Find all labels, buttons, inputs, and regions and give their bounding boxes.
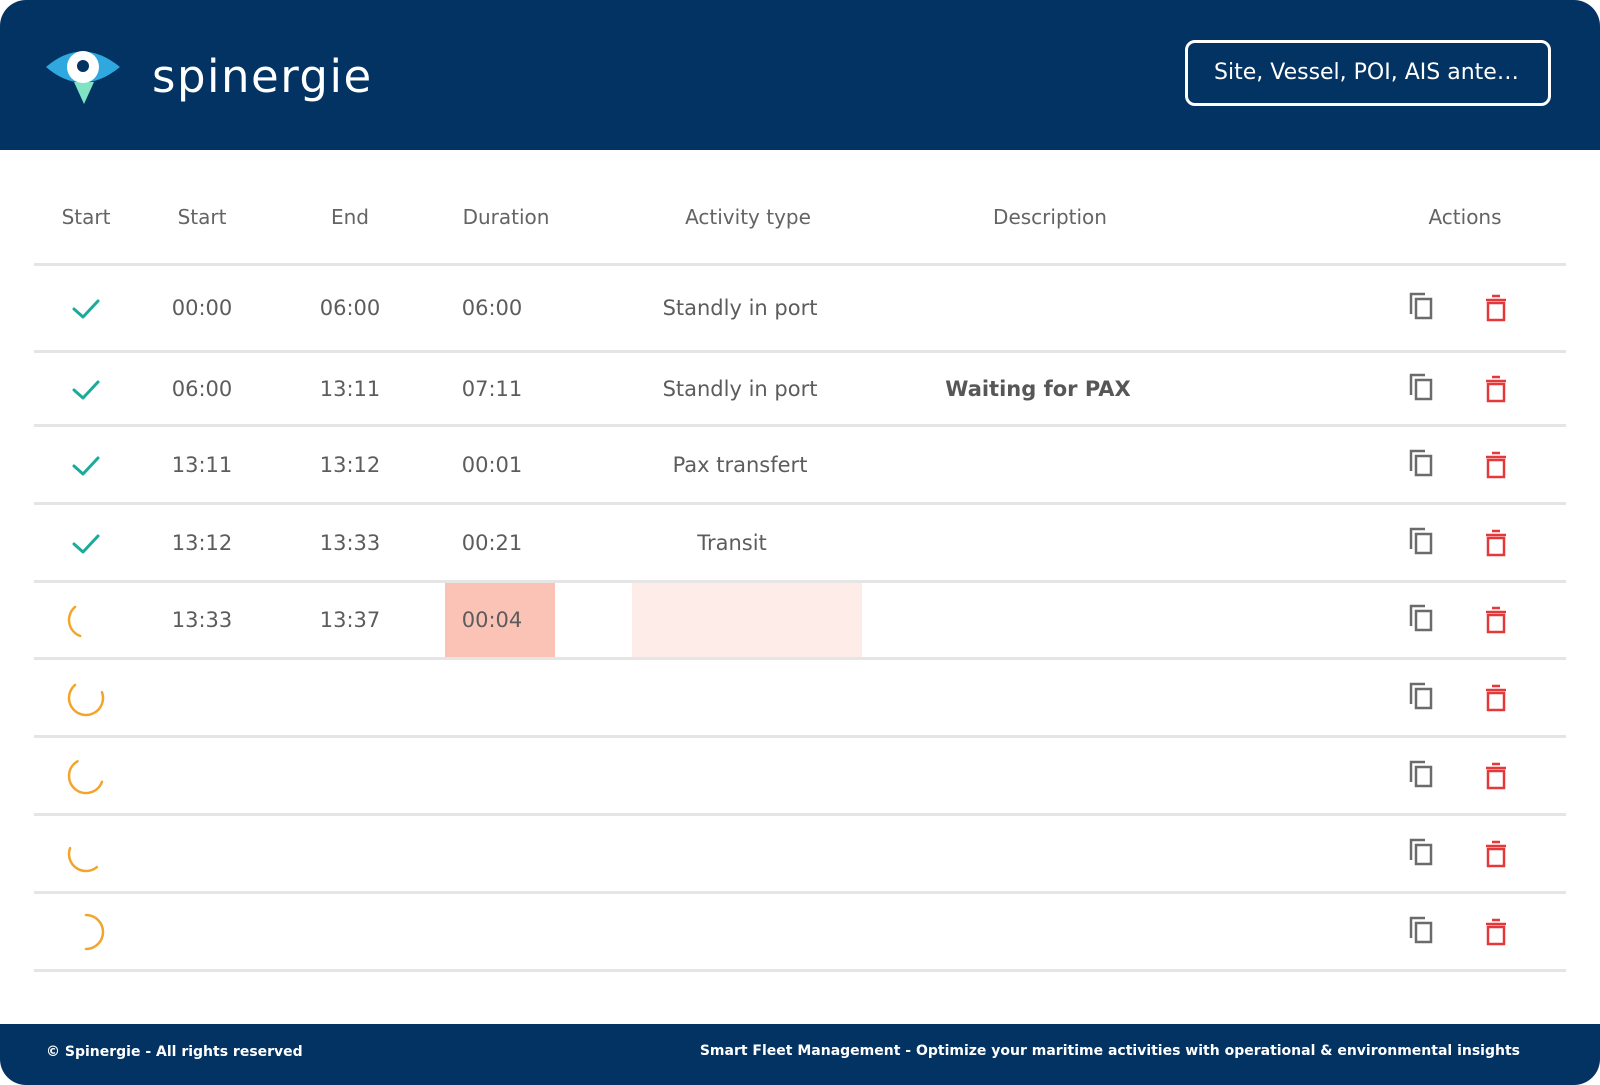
cell-duration[interactable]: 07:11 — [462, 377, 523, 401]
table-row[interactable] — [34, 894, 1566, 972]
copyright-text: © Spinergie - All rights reserved — [46, 1044, 303, 1060]
cell-end[interactable]: 06:00 — [320, 296, 381, 320]
copy-icon[interactable] — [1406, 836, 1436, 868]
cell-duration[interactable]: 00:04 — [462, 608, 523, 632]
table-row[interactable]: 00:00 06:00 06:00 Standly in port — [34, 266, 1566, 353]
cell-description[interactable]: Waiting for PAX — [945, 377, 1130, 401]
column-header-activity-type[interactable]: Activity type — [685, 205, 811, 229]
app-window: spinergie Site, Vessel, POI, AIS anten..… — [0, 0, 1600, 1085]
column-header-duration[interactable]: Duration — [463, 205, 550, 229]
top-header: spinergie Site, Vessel, POI, AIS anten..… — [0, 0, 1600, 150]
copy-icon[interactable] — [1406, 371, 1436, 403]
cell-start[interactable]: 00:00 — [172, 296, 233, 320]
check-icon — [72, 380, 100, 399]
table-row[interactable] — [34, 660, 1566, 738]
cell-duration[interactable]: 00:01 — [462, 453, 523, 477]
search-input[interactable]: Site, Vessel, POI, AIS anten... — [1185, 40, 1551, 106]
table-header-row: Start Start End Duration Activity type D… — [34, 175, 1566, 266]
trash-icon[interactable] — [1481, 760, 1511, 792]
brand-name: spinergie — [152, 49, 373, 103]
cell-start[interactable]: 13:12 — [172, 531, 233, 555]
copy-icon[interactable] — [1406, 758, 1436, 790]
table-row[interactable] — [34, 738, 1566, 816]
copy-icon[interactable] — [1406, 914, 1436, 946]
cell-activity-type[interactable]: Standly in port — [663, 296, 818, 320]
table-row[interactable]: 13:33 13:37 00:04 — [34, 583, 1566, 660]
column-header-end[interactable]: End — [331, 205, 369, 229]
cell-start[interactable]: 06:00 — [172, 377, 233, 401]
trash-icon[interactable] — [1481, 682, 1511, 714]
spinner-icon — [67, 683, 105, 716]
cell-duration[interactable]: 06:00 — [462, 296, 523, 320]
check-icon — [72, 534, 100, 553]
table-row[interactable]: 06:00 13:11 07:11 Standly in port Waiting fo… — [34, 353, 1566, 427]
brand-logo[interactable]: spinergie — [44, 44, 373, 108]
trash-icon[interactable] — [1481, 604, 1511, 636]
trash-icon[interactable] — [1481, 527, 1511, 559]
trash-icon[interactable] — [1481, 449, 1511, 481]
location-pin-logo-icon — [46, 51, 120, 104]
activity-table: Start Start End Duration Activity type D… — [34, 175, 1566, 972]
cell-start[interactable]: 13:11 — [172, 453, 233, 477]
copy-icon[interactable] — [1406, 447, 1436, 479]
copy-icon[interactable] — [1406, 602, 1436, 634]
cell-end[interactable]: 13:37 — [320, 608, 381, 632]
cell-activity-type[interactable]: Standly in port — [663, 377, 818, 401]
column-header-start[interactable]: Start — [178, 205, 227, 229]
column-header-actions: Actions — [1428, 205, 1502, 229]
cell-activity-type[interactable]: Pax transfert — [673, 453, 808, 477]
cell-end[interactable]: 13:11 — [320, 377, 381, 401]
check-icon — [72, 299, 100, 319]
table-row[interactable]: 13:12 13:33 00:21 Transit — [34, 505, 1566, 583]
spinner-icon — [67, 846, 99, 872]
spinner-icon — [84, 913, 105, 950]
trash-icon[interactable] — [1481, 838, 1511, 870]
cell-activity-type[interactable]: Transit — [697, 531, 767, 555]
trash-icon[interactable] — [1481, 292, 1511, 324]
cell-start[interactable]: 13:33 — [172, 608, 233, 632]
check-icon — [72, 456, 100, 475]
trash-icon[interactable] — [1481, 916, 1511, 948]
footer-tagline: Smart Fleet Management - Optimize your m… — [699, 1043, 1520, 1059]
table-row[interactable]: 13:11 13:12 00:01 Pax transfert — [34, 427, 1566, 505]
cell-duration[interactable]: 00:21 — [462, 531, 523, 555]
trash-icon[interactable] — [1481, 373, 1511, 405]
cell-end[interactable]: 13:33 — [320, 531, 381, 555]
copy-icon[interactable] — [1406, 290, 1436, 322]
footer: © Spinergie - All rights reserved Smart … — [0, 1024, 1600, 1085]
table-row[interactable] — [34, 816, 1566, 894]
column-header-description[interactable]: Description — [993, 205, 1107, 229]
table-body: 00:00 06:00 06:00 Standly in port 06:00 13:11… — [34, 266, 1566, 972]
activity-type-empty-highlight[interactable] — [632, 583, 862, 657]
copy-icon[interactable] — [1406, 525, 1436, 557]
copy-icon[interactable] — [1406, 680, 1436, 712]
spinner-icon — [67, 605, 82, 638]
column-header-status[interactable]: Start — [62, 205, 111, 229]
cell-end[interactable]: 13:12 — [320, 453, 381, 477]
spinner-icon — [67, 759, 104, 794]
